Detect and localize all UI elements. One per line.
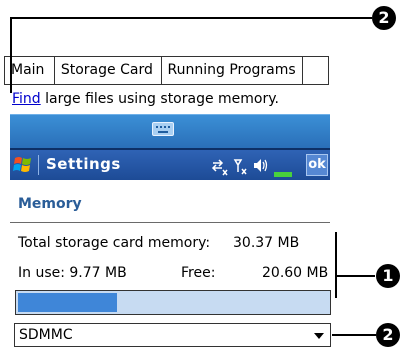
tab-running-programs[interactable]: Running Programs: [162, 57, 304, 84]
speaker-icon: [254, 159, 268, 172]
callout-badge-middle: 1: [376, 264, 400, 288]
tab-storage-card[interactable]: Storage Card: [55, 57, 162, 84]
header-divider: [10, 222, 330, 223]
input-panel-bar: [10, 114, 330, 148]
battery-icon: [274, 172, 292, 177]
status-icons[interactable]: [210, 155, 280, 177]
page-title: Settings: [46, 155, 121, 173]
memory-header: Memory: [18, 196, 82, 212]
free-label: Free:: [181, 265, 216, 281]
storage-card-select[interactable]: SDMMC: [14, 323, 331, 347]
find-description: Find large files using storage memory.: [12, 91, 279, 107]
title-separator: [38, 155, 39, 175]
find-link[interactable]: Find: [12, 91, 41, 107]
connectivity-icon: [211, 159, 228, 176]
ok-button[interactable]: ok: [306, 154, 328, 176]
find-description-text: large files using storage memory.: [40, 91, 279, 107]
total-memory-label: Total storage card memory:: [18, 235, 211, 251]
title-bar: Settings ok: [10, 148, 330, 180]
in-use-label: In use: 9.77 MB: [18, 265, 127, 281]
chevron-down-icon[interactable]: [314, 333, 324, 339]
tab-strip: Main Storage Card Running Programs: [4, 56, 329, 85]
storage-card-select-value: SDMMC: [19, 327, 73, 343]
callout-line-middle-horizontal: [335, 275, 375, 277]
callout-line-top-horizontal: [10, 17, 372, 19]
tab-main[interactable]: Main: [5, 57, 55, 84]
callout-badge-bottom: 2: [376, 323, 400, 347]
callout-badge-top: 2: [372, 6, 396, 30]
total-memory-value: 30.37 MB: [233, 235, 300, 251]
callout-line-middle-vertical: [335, 232, 337, 298]
tab-empty: [303, 57, 329, 84]
callout-line-top-vertical: [10, 17, 12, 93]
callout-line-bottom: [332, 334, 376, 336]
keyboard-icon[interactable]: [152, 122, 174, 136]
free-value: 20.60 MB: [262, 265, 329, 281]
memory-usage-bar: [15, 290, 331, 315]
windows-start-icon[interactable]: [12, 154, 34, 176]
signal-off-icon: [233, 159, 247, 175]
memory-usage-fill: [18, 293, 118, 312]
